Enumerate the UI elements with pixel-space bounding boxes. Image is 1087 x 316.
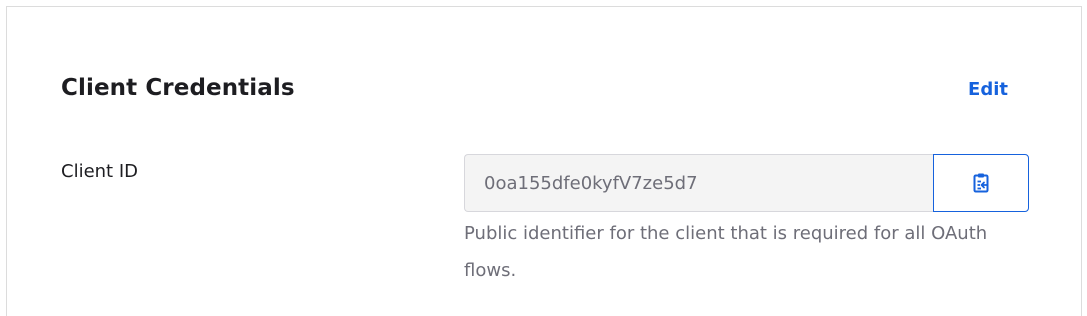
clipboard-copy-icon bbox=[971, 172, 991, 194]
client-credentials-card: Client Credentials Edit Client ID Public… bbox=[6, 6, 1082, 316]
edit-link[interactable]: Edit bbox=[968, 79, 1008, 100]
copy-client-id-button[interactable] bbox=[933, 154, 1029, 212]
client-id-label: Client ID bbox=[61, 161, 139, 182]
client-id-input-group bbox=[464, 154, 1029, 212]
client-id-help-text: Public identifier for the client that is… bbox=[464, 223, 988, 281]
client-id-field[interactable] bbox=[464, 154, 935, 212]
section-title: Client Credentials bbox=[61, 75, 295, 101]
